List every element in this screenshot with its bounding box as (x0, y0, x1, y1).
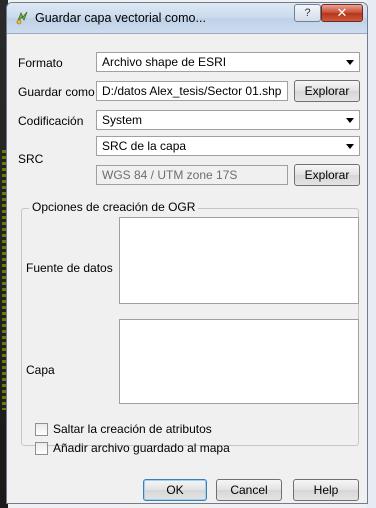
encoding-select[interactable]: System (96, 110, 360, 130)
title-bar[interactable]: Guardar capa vectorial como... ? ✕ (7, 3, 367, 34)
dialog-content: Formato Archivo shape de ESRI Guardar co… (7, 34, 367, 503)
formato-value: Archivo shape de ESRI (102, 55, 227, 69)
src-label: SRC (18, 152, 44, 166)
datasource-options-textarea[interactable] (119, 217, 359, 304)
guardar-como-label: Guardar como (18, 85, 95, 99)
chevron-down-icon (346, 60, 354, 65)
save-vector-layer-dialog: Guardar capa vectorial como... ? ✕ Forma… (6, 2, 368, 504)
encoding-value: System (102, 113, 143, 127)
chevron-down-icon (346, 118, 354, 123)
formato-select[interactable]: Archivo shape de ESRI (96, 52, 360, 72)
codificacion-label: Codificación (18, 114, 84, 128)
fuente-datos-label: Fuente de datos (26, 261, 113, 275)
file-path-input[interactable]: D:/datos Alex_tesis/Sector 01.shp (96, 81, 288, 101)
explorar-file-button[interactable]: Explorar (294, 80, 360, 102)
explorar-crs-button[interactable]: Explorar (294, 164, 360, 186)
formato-label: Formato (18, 56, 63, 70)
add-to-map-checkbox[interactable] (35, 442, 48, 455)
skip-attributes-checkbox[interactable] (35, 423, 48, 436)
file-path-value: D:/datos Alex_tesis/Sector 01.shp (102, 84, 282, 98)
add-to-map-label: Añadir archivo guardado al mapa (53, 441, 230, 455)
ogr-group-title: Opciones de creación de OGR (29, 200, 199, 214)
chevron-down-icon (346, 144, 354, 149)
close-icon[interactable]: ✕ (321, 4, 363, 22)
src-mode-value: SRC de la capa (102, 139, 187, 153)
qgis-logo-icon (16, 11, 28, 25)
skip-attributes-label: Saltar la creación de atributos (53, 422, 212, 436)
crs-field: WGS 84 / UTM zone 17S (96, 165, 288, 185)
layer-options-textarea[interactable] (119, 319, 359, 404)
crs-value: WGS 84 / UTM zone 17S (102, 168, 238, 182)
ok-button[interactable]: OK (143, 479, 207, 501)
dialog-title: Guardar capa vectorial como... (35, 11, 206, 25)
src-mode-select[interactable]: SRC de la capa (96, 136, 360, 156)
capa-label: Capa (26, 363, 55, 377)
cancel-button[interactable]: Cancel (216, 479, 282, 501)
help-button[interactable]: Help (293, 479, 359, 501)
help-icon[interactable]: ? (294, 4, 321, 22)
